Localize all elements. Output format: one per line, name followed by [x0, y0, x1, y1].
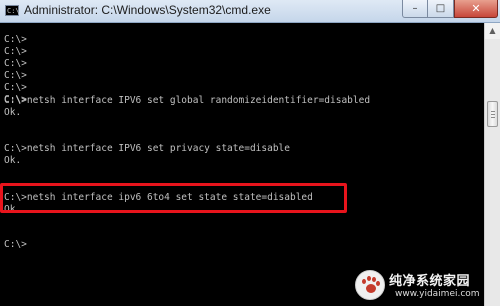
maximize-button[interactable]: □ [428, 0, 454, 18]
close-button[interactable]: ✕ [454, 0, 498, 18]
scroll-up-arrow-icon[interactable]: ▲ [485, 23, 500, 39]
minimize-button[interactable]: – [402, 0, 428, 18]
title-bar[interactable]: C:\ Administrator: C:\Windows\System32\c… [0, 0, 500, 23]
site-watermark: 纯净系统家园 www.yidaimei.com [355, 268, 495, 304]
window-title: Administrator: C:\Windows\System32\cmd.e… [24, 3, 271, 17]
grip-line [491, 111, 495, 112]
console-output[interactable]: C:\> C:\> C:\> C:\> C:\> C:\> C:\>netsh … [0, 23, 484, 306]
grip-line [491, 114, 495, 115]
grip-line [491, 117, 495, 118]
console-line: Ok. [4, 107, 22, 118]
vertical-scrollbar[interactable]: ▲ [484, 23, 500, 306]
watermark-title: 纯净系统家园 [389, 274, 471, 289]
watermark-url: www.yidaimei.com [395, 289, 480, 299]
console-command-line: C:\>netsh interface IPV6 set privacy sta… [4, 143, 290, 154]
cmd-window: C:\ Administrator: C:\Windows\System32\c… [0, 0, 500, 306]
red-highlight-box [0, 183, 347, 213]
console-command-line: C:\>netsh interface IPV6 set global rand… [4, 95, 371, 106]
console-line: Ok. [4, 155, 22, 166]
cmd-app-icon[interactable]: C:\ [5, 5, 20, 16]
console-prompt: C:\> [4, 239, 27, 250]
paw-logo-icon [355, 270, 385, 300]
scrollbar-thumb[interactable] [487, 101, 498, 127]
